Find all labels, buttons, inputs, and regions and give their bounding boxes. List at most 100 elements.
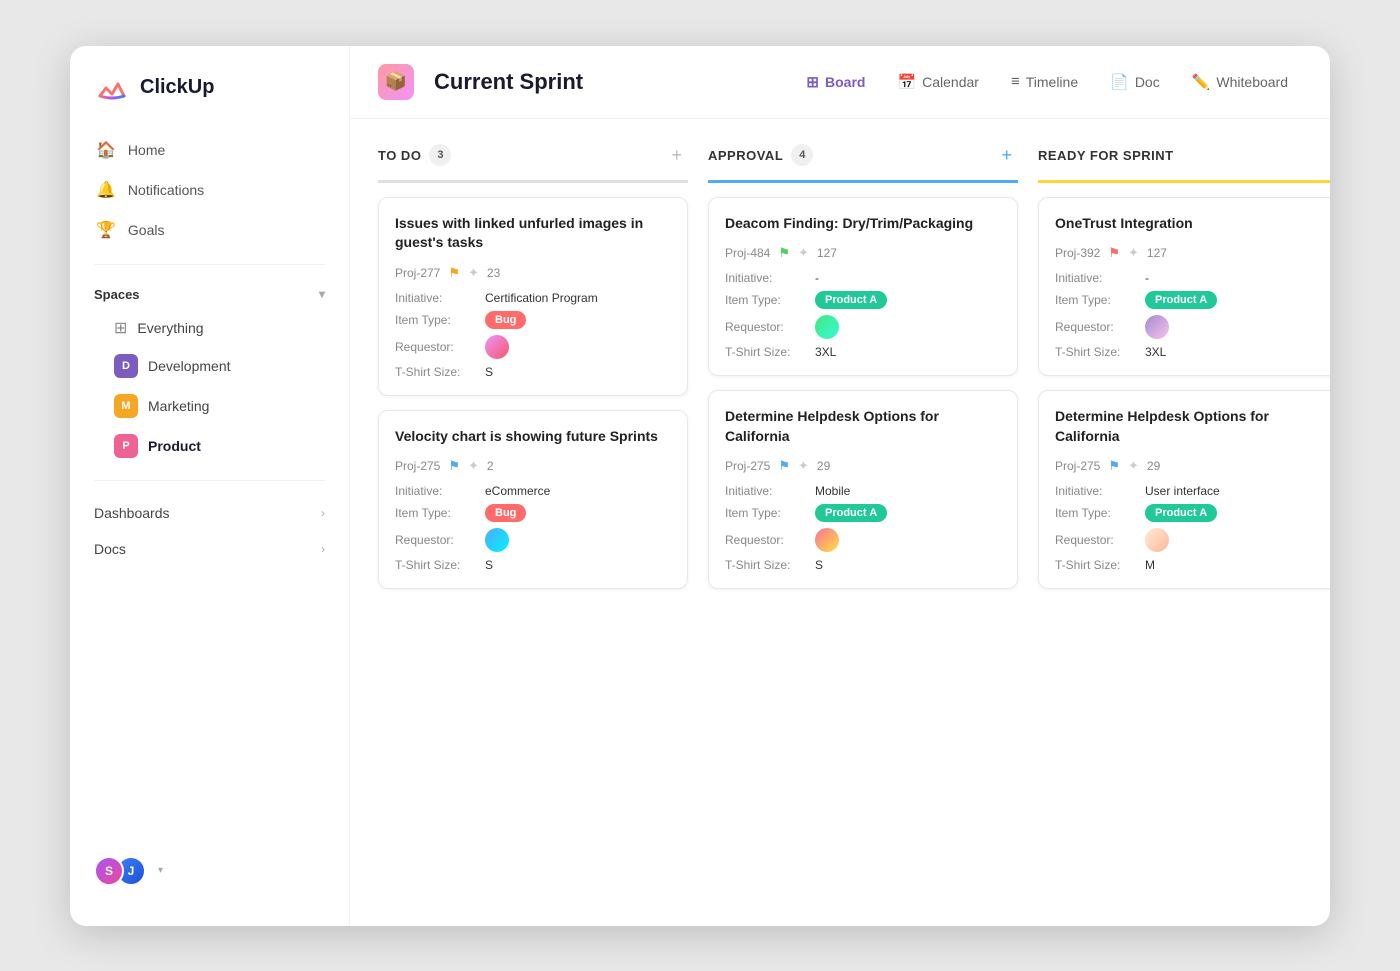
badge-product-a-3: Product A [815, 291, 887, 309]
proj-todo-2: Proj-275 [395, 459, 440, 473]
flag-blue-icon-4: ⚑ [778, 458, 790, 474]
flag-orange-icon: ⚑ [448, 265, 460, 281]
everything-label: Everything [137, 320, 203, 336]
star-icon-2: ✦ [468, 458, 479, 474]
initiative-label-4: Initiative: [725, 484, 815, 498]
initiative-value-3: - [815, 271, 819, 285]
col-approval-title: APPROVAL [708, 148, 783, 163]
timeline-icon: ≡ [1011, 73, 1020, 90]
field-requestor-6: Requestor: [1055, 528, 1330, 552]
card-todo-1-title: Issues with linked unfurled images in gu… [395, 214, 671, 253]
tshirt-label-2: T-Shirt Size: [395, 558, 485, 572]
star-icon-4: ✦ [798, 458, 809, 474]
requestor-label-1: Requestor: [395, 340, 485, 354]
card-approval-1-meta: Proj-484 ⚑ ✦ 127 [725, 245, 1001, 261]
proj-todo-1: Proj-277 [395, 266, 440, 280]
nav-divider-1 [94, 264, 325, 265]
card-ready-2-title: Determine Helpdesk Options for Californi… [1055, 407, 1330, 446]
column-todo: TO DO 3 + Issues with linked unfurled im… [378, 143, 688, 902]
initiative-label-5: Initiative: [1055, 271, 1145, 285]
column-approval-header: APPROVAL 4 + [708, 143, 1018, 183]
add-todo-button[interactable]: + [665, 143, 688, 168]
stars-approval-1: 127 [817, 246, 837, 260]
requestor-avatar-5 [1145, 315, 1169, 339]
itemtype-label-3: Item Type: [725, 293, 815, 307]
card-ready-1-meta: Proj-392 ⚑ ✦ 127 [1055, 245, 1330, 261]
initiative-label-1: Initiative: [395, 291, 485, 305]
itemtype-label-2: Item Type: [395, 506, 485, 520]
add-ready-button[interactable]: + [1325, 143, 1330, 168]
badge-product-a-5: Product A [1145, 291, 1217, 309]
star-icon-6: ✦ [1128, 458, 1139, 474]
card-approval-1: Deacom Finding: Dry/Trim/Packaging Proj-… [708, 197, 1018, 377]
field-itemtype-1: Item Type: Bug [395, 311, 671, 329]
field-initiative-2: Initiative: eCommerce [395, 484, 671, 498]
requestor-label-4: Requestor: [725, 533, 815, 547]
col-todo-title-area: TO DO 3 [378, 144, 451, 166]
flag-red-icon: ⚑ [1108, 245, 1120, 261]
tab-timeline[interactable]: ≡ Timeline [997, 65, 1092, 98]
requestor-avatar-6 [1145, 528, 1169, 552]
badge-bug-1: Bug [485, 311, 526, 329]
tab-calendar[interactable]: 📅 Calendar [883, 65, 993, 99]
col-ready-title-area: READY FOR SPRINT [1038, 148, 1174, 163]
star-icon-5: ✦ [1128, 245, 1139, 261]
nav-goals[interactable]: 🏆 Goals [82, 210, 337, 250]
app-name: ClickUp [140, 76, 214, 99]
initiative-label-2: Initiative: [395, 484, 485, 498]
sidebar-item-product[interactable]: P Product [90, 426, 329, 466]
sidebar-item-everything[interactable]: ⊞ Everything [90, 310, 329, 346]
stars-todo-1: 23 [487, 266, 500, 280]
tshirt-value-5: 3XL [1145, 345, 1166, 359]
col-todo-count: 3 [429, 144, 451, 166]
card-todo-2: Velocity chart is showing future Sprints… [378, 410, 688, 590]
chevron-down-icon: ▾ [319, 287, 325, 301]
tab-whiteboard[interactable]: ✏️ Whiteboard [1178, 65, 1302, 99]
spaces-list: ⊞ Everything D Development M Marketing P… [70, 310, 349, 466]
tshirt-label-6: T-Shirt Size: [1055, 558, 1145, 572]
user-menu-caret[interactable]: ▾ [158, 865, 163, 876]
stars-ready-2: 29 [1147, 459, 1160, 473]
chevron-right-icon-docs: › [321, 542, 325, 556]
sidebar: ClickUp 🏠 Home 🔔 Notifications 🏆 Goals S… [70, 46, 350, 926]
card-todo-2-meta: Proj-275 ⚑ ✦ 2 [395, 458, 671, 474]
sidebar-item-docs[interactable]: Docs › [70, 531, 349, 567]
sidebar-item-development[interactable]: D Development [90, 346, 329, 386]
field-requestor-5: Requestor: [1055, 315, 1330, 339]
tab-doc-label: Doc [1135, 74, 1160, 90]
app-container: ClickUp 🏠 Home 🔔 Notifications 🏆 Goals S… [70, 46, 1330, 926]
tshirt-value-4: S [815, 558, 823, 572]
card-ready-2-fields: Initiative: User interface Item Type: Pr… [1055, 484, 1330, 572]
field-initiative-1: Initiative: Certification Program [395, 291, 671, 305]
card-approval-1-title: Deacom Finding: Dry/Trim/Packaging [725, 214, 1001, 234]
field-itemtype-6: Item Type: Product A [1055, 504, 1330, 522]
initiative-label-3: Initiative: [725, 271, 815, 285]
tab-doc[interactable]: 📄 Doc [1096, 65, 1174, 99]
add-approval-button[interactable]: + [995, 143, 1018, 168]
sidebar-item-dashboards[interactable]: Dashboards › [70, 495, 349, 531]
tab-board[interactable]: ⊞ Board [792, 65, 879, 99]
dashboards-label: Dashboards [94, 505, 170, 521]
card-ready-2-meta: Proj-275 ⚑ ✦ 29 [1055, 458, 1330, 474]
itemtype-label-5: Item Type: [1055, 293, 1145, 307]
requestor-avatar-3 [815, 315, 839, 339]
chevron-right-icon-dashboards: › [321, 506, 325, 520]
tshirt-label-1: T-Shirt Size: [395, 365, 485, 379]
card-ready-1: OneTrust Integration Proj-392 ⚑ ✦ 127 In… [1038, 197, 1330, 377]
grid-icon: ⊞ [114, 318, 127, 338]
nav-notifications[interactable]: 🔔 Notifications [82, 170, 337, 210]
sidebar-item-marketing[interactable]: M Marketing [90, 386, 329, 426]
column-todo-header: TO DO 3 + [378, 143, 688, 183]
nav-home[interactable]: 🏠 Home [82, 130, 337, 170]
requestor-label-2: Requestor: [395, 533, 485, 547]
initiative-value-5: - [1145, 271, 1149, 285]
field-itemtype-4: Item Type: Product A [725, 504, 1001, 522]
initiative-value-1: Certification Program [485, 291, 598, 305]
itemtype-label-4: Item Type: [725, 506, 815, 520]
nav-home-label: Home [128, 142, 165, 158]
field-itemtype-5: Item Type: Product A [1055, 291, 1330, 309]
field-itemtype-3: Item Type: Product A [725, 291, 1001, 309]
avatar-user-s: S [94, 856, 124, 886]
col-todo-title: TO DO [378, 148, 421, 163]
badge-product-a-4: Product A [815, 504, 887, 522]
